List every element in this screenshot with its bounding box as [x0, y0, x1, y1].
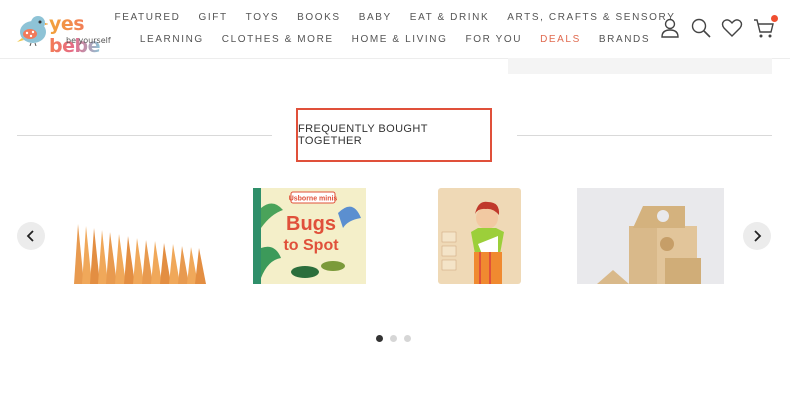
brand-logo[interactable]: yes bebe be yourself — [16, 10, 121, 57]
product-image-bugs-book[interactable]: Usborne minis Bugs to Spot — [253, 188, 366, 284]
nav-gift[interactable]: GIFT — [198, 12, 227, 23]
nav-deals[interactable]: DEALS — [540, 34, 581, 45]
cart-badge — [771, 15, 778, 22]
chevron-right-icon — [754, 230, 762, 242]
brand-name-text: yes bebe — [49, 13, 100, 57]
carousel-dot-3[interactable] — [404, 335, 411, 342]
main-nav-row-1: FEATURED GIFT TOYS BOOKS BABY EAT & DRIN… — [115, 12, 674, 23]
cart-icon[interactable] — [753, 15, 778, 39]
carousel-prev-button[interactable] — [17, 222, 45, 250]
nav-toys[interactable]: TOYS — [246, 12, 279, 23]
product-image-orange-cones[interactable] — [70, 188, 208, 284]
nav-featured[interactable]: FEATURED — [115, 12, 181, 23]
nav-for-you[interactable]: FOR YOU — [465, 34, 522, 45]
book-publisher-label: Usborne minis — [289, 196, 338, 203]
carousel-pagination — [376, 335, 411, 342]
bird-logo-icon — [17, 16, 48, 46]
site-header: yes bebe be yourself FEATURED GIFT TOYS … — [0, 0, 790, 59]
nav-clothes-more[interactable]: CLOTHES & MORE — [222, 34, 334, 45]
book-title-line1: Bugs — [286, 213, 336, 235]
section-title: FREQUENTLY BOUGHT TOGETHER — [296, 108, 492, 162]
book-title-line2: to Spot — [283, 237, 339, 254]
nav-brands[interactable]: BRANDS — [599, 34, 650, 45]
carousel-dot-2[interactable] — [390, 335, 397, 342]
carousel-dot-1[interactable] — [376, 335, 383, 342]
product-image-dressup-puzzle[interactable] — [438, 188, 521, 284]
main-nav-row-2: LEARNING CLOTHES & MORE HOME & LIVING FO… — [140, 34, 650, 45]
brand-tagline: be yourself — [66, 36, 111, 45]
chevron-left-icon — [26, 230, 34, 242]
nav-learning[interactable]: LEARNING — [140, 34, 204, 45]
carousel-next-button[interactable] — [743, 222, 771, 250]
nav-books[interactable]: BOOKS — [297, 12, 341, 23]
nav-eat-drink[interactable]: EAT & DRINK — [410, 12, 489, 23]
nav-baby[interactable]: BABY — [359, 12, 392, 23]
brand-name: yes bebe — [49, 13, 121, 57]
nav-arts-crafts-sensory[interactable]: ARTS, CRAFTS & SENSORY — [507, 12, 675, 23]
heading-rule-left — [17, 135, 272, 136]
nav-home-living[interactable]: HOME & LIVING — [352, 34, 448, 45]
wishlist-heart-icon[interactable] — [721, 17, 743, 39]
search-icon[interactable] — [690, 17, 712, 39]
product-image-wooden-blocks[interactable] — [577, 188, 724, 284]
section-title-text: FREQUENTLY BOUGHT TOGETHER — [298, 123, 428, 147]
side-panel-edge — [508, 58, 772, 74]
account-icon[interactable] — [659, 17, 681, 39]
heading-rule-right — [517, 135, 772, 136]
